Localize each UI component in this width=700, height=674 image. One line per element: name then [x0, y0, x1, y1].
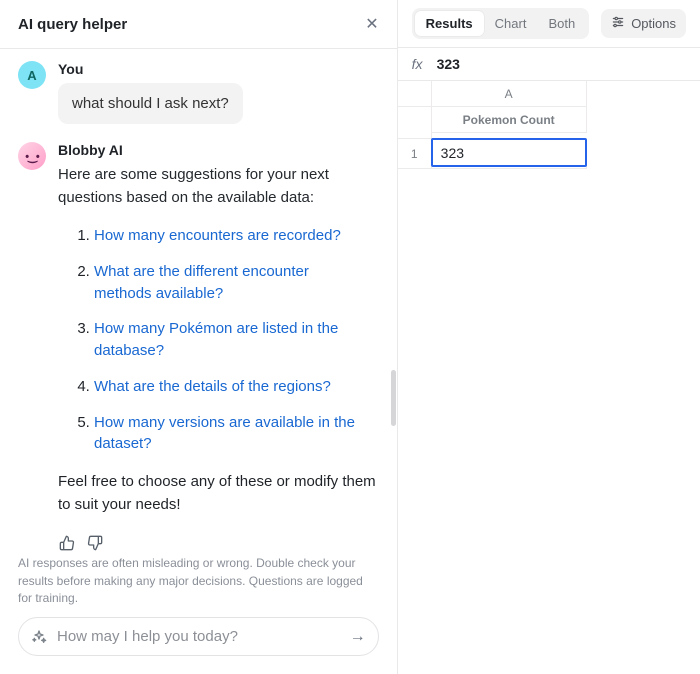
tab-results[interactable]: Results — [415, 11, 484, 36]
scrollbar-thumb[interactable] — [391, 370, 396, 426]
user-bubble: what should I ask next? — [58, 83, 243, 124]
results-tabs-row: Results Chart Both Options — [398, 0, 700, 48]
grid-corner[interactable] — [398, 81, 432, 107]
chat-scroll[interactable]: A You what should I ask next? •‿• Blobby… — [0, 49, 397, 551]
feedback-row — [58, 534, 379, 551]
cell-A1[interactable]: 323 — [432, 139, 587, 169]
table-row: 1 323 — [398, 139, 700, 169]
sparkle-icon — [31, 629, 47, 645]
suggestion-link[interactable]: How many encounters are recorded? — [94, 227, 341, 244]
list-item: What are the details of the regions? — [94, 376, 379, 398]
list-item: How many encounters are recorded? — [94, 225, 379, 247]
view-tabs: Results Chart Both — [412, 8, 590, 39]
options-button[interactable]: Options — [601, 9, 686, 38]
panel-title: AI query helper — [18, 16, 127, 33]
tab-chart[interactable]: Chart — [484, 11, 538, 36]
grid-column-header-row: A — [398, 81, 700, 107]
composer-input[interactable] — [57, 628, 340, 645]
ai-suggestions-list: How many encounters are recorded? What a… — [58, 225, 379, 455]
user-name-label: You — [58, 61, 379, 77]
options-label: Options — [631, 16, 676, 31]
panel-header: AI query helper ✕ — [0, 0, 397, 49]
list-item: What are the different encounter methods… — [94, 261, 379, 305]
ai-helper-panel: AI query helper ✕ A You what should I as… — [0, 0, 398, 674]
tab-both[interactable]: Both — [537, 11, 586, 36]
disclaimer-text: AI responses are often misleading or wro… — [0, 551, 397, 617]
ai-message: •‿• Blobby AI Here are some suggestions … — [18, 142, 379, 551]
user-avatar: A — [18, 61, 46, 89]
formula-bar: fx 323 — [398, 48, 700, 81]
composer[interactable]: → — [18, 617, 379, 656]
user-message: A You what should I ask next? — [18, 61, 379, 124]
suggestion-link[interactable]: How many versions are available in the d… — [94, 414, 355, 453]
sliders-icon — [611, 15, 625, 32]
row-header-blank — [398, 107, 432, 139]
results-panel: Results Chart Both Options fx 323 A Poke… — [398, 0, 700, 674]
suggestion-link[interactable]: What are the details of the regions? — [94, 378, 331, 395]
fx-icon: fx — [412, 56, 423, 72]
fx-value: 323 — [437, 56, 460, 72]
result-grid: A Pokemon Count 1 323 — [398, 81, 700, 169]
ai-outro-text: Feel free to choose any of these or modi… — [58, 471, 379, 516]
row-header-1[interactable]: 1 — [398, 139, 432, 169]
list-item: How many Pokémon are listed in the datab… — [94, 318, 379, 362]
grid-label-row: Pokemon Count — [398, 107, 700, 139]
list-item: How many versions are available in the d… — [94, 412, 379, 456]
cell-A1-value[interactable]: 323 — [431, 138, 587, 167]
close-icon[interactable]: ✕ — [365, 14, 378, 34]
thumbs-down-icon[interactable] — [86, 534, 104, 551]
thumbs-up-icon[interactable] — [58, 534, 76, 551]
ai-name-label: Blobby AI — [58, 142, 379, 158]
column-header-A[interactable]: A — [432, 81, 587, 107]
suggestion-link[interactable]: What are the different encounter methods… — [94, 263, 309, 302]
ai-avatar: •‿• — [18, 142, 46, 170]
send-icon[interactable]: → — [350, 628, 366, 646]
ai-intro-text: Here are some suggestions for your next … — [58, 164, 379, 209]
column-title-cell[interactable]: Pokemon Count — [432, 107, 587, 133]
suggestion-link[interactable]: How many Pokémon are listed in the datab… — [94, 320, 338, 359]
